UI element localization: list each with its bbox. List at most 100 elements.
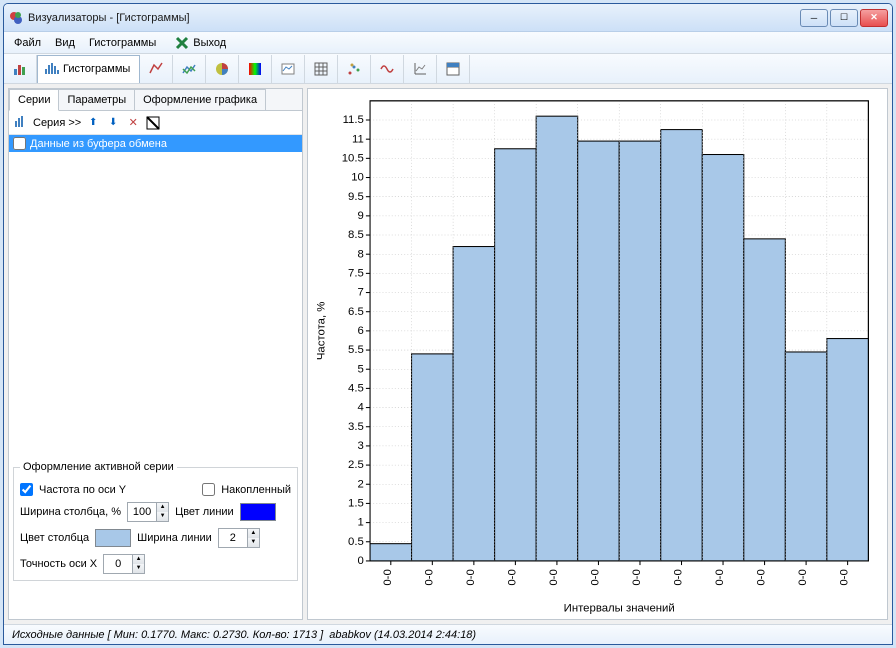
svg-text:0-0: 0-0 — [714, 569, 726, 585]
svg-text:8: 8 — [358, 248, 364, 260]
line-width-input[interactable] — [219, 529, 247, 547]
svg-text:5: 5 — [358, 363, 364, 375]
menu-exit[interactable]: Выход — [168, 33, 232, 53]
tool-table[interactable] — [437, 55, 470, 83]
menu-file[interactable]: Файл — [8, 35, 47, 51]
svg-text:10: 10 — [351, 172, 364, 184]
svg-text:3.5: 3.5 — [348, 421, 364, 433]
freq-y-checkbox[interactable] — [20, 483, 33, 496]
tool-grid[interactable] — [305, 55, 338, 83]
svg-text:3: 3 — [358, 440, 364, 452]
menu-view[interactable]: Вид — [49, 35, 81, 51]
svg-text:0-0: 0-0 — [839, 569, 851, 585]
series-checkbox[interactable] — [13, 137, 26, 150]
tool-area[interactable] — [272, 55, 305, 83]
svg-text:0-0: 0-0 — [631, 569, 643, 585]
subtab-params[interactable]: Параметры — [58, 89, 135, 110]
svg-text:Интервалы значений: Интервалы значений — [564, 603, 675, 615]
svg-text:10.5: 10.5 — [342, 152, 364, 164]
tool-chart-1[interactable] — [4, 55, 37, 83]
svg-text:Частота, %: Частота, % — [316, 302, 328, 361]
spin-up-icon[interactable]: ▲ — [132, 555, 144, 564]
histogram-icon — [44, 60, 60, 79]
series-icon — [13, 113, 29, 132]
subtabs: Серии Параметры Оформление графика — [9, 89, 302, 111]
tool-gradient[interactable] — [239, 55, 272, 83]
tool-scatter[interactable] — [338, 55, 371, 83]
bar-width-spinner[interactable]: ▲▼ — [127, 502, 169, 522]
svg-text:2.5: 2.5 — [348, 459, 364, 471]
spin-down-icon[interactable]: ▼ — [132, 564, 144, 573]
bar-width-label: Ширина столбца, % — [20, 506, 121, 518]
subtab-series[interactable]: Серии — [9, 89, 59, 111]
series-label[interactable]: Серия >> — [33, 117, 81, 129]
svg-text:7.5: 7.5 — [348, 267, 364, 279]
toggle-box-icon[interactable] — [145, 115, 161, 131]
svg-text:6: 6 — [358, 325, 364, 337]
status-count-val: 1713 — [293, 629, 317, 641]
series-row[interactable]: Данные из буфера обмена — [9, 135, 302, 152]
titlebar: Визуализаторы - [Гистограммы] ─ ☐ ✕ — [4, 4, 892, 32]
precision-x-input[interactable] — [104, 555, 132, 573]
svg-text:4: 4 — [358, 402, 364, 414]
tool-wave[interactable] — [371, 55, 404, 83]
precision-x-spinner[interactable]: ▲▼ — [103, 554, 145, 574]
minimize-button[interactable]: ─ — [800, 9, 828, 27]
app-icon — [8, 10, 24, 26]
subtab-design[interactable]: Оформление графика — [134, 89, 266, 110]
svg-text:0-0: 0-0 — [589, 569, 601, 585]
series-toolbar: Серия >> ⬆ ⬇ ✕ — [9, 111, 302, 135]
menubar: Файл Вид Гистограммы Выход — [4, 32, 892, 54]
svg-text:0-0: 0-0 — [506, 569, 518, 585]
svg-text:0.5: 0.5 — [348, 536, 364, 548]
series-design-fieldset: Оформление активной серии Частота по оси… — [13, 461, 298, 581]
accumulated-checkbox[interactable] — [202, 483, 215, 496]
svg-text:4.5: 4.5 — [348, 382, 364, 394]
freq-y-label: Частота по оси Y — [39, 484, 126, 496]
delete-icon[interactable]: ✕ — [125, 115, 141, 131]
tool-axes[interactable] — [404, 55, 437, 83]
status-user: ababkov — [329, 629, 371, 641]
svg-text:0-0: 0-0 — [423, 569, 435, 585]
chart-panel: 00.511.522.533.544.555.566.577.588.599.5… — [307, 88, 888, 620]
left-panel: Серии Параметры Оформление графика Серия… — [8, 88, 303, 620]
series-list: Данные из буфера обмена — [9, 135, 302, 457]
status-max-label: Макс: — [181, 629, 210, 641]
fieldset-legend: Оформление активной серии — [20, 461, 177, 473]
svg-text:9: 9 — [358, 210, 364, 222]
main-toolbar: Гистограммы — [4, 54, 892, 84]
bar-width-input[interactable] — [128, 503, 156, 521]
line-color-swatch[interactable] — [240, 503, 276, 521]
spin-up-icon[interactable]: ▲ — [247, 529, 259, 538]
content-area: Серии Параметры Оформление графика Серия… — [4, 84, 892, 624]
tool-histogram[interactable]: Гистограммы — [37, 55, 140, 83]
svg-text:1: 1 — [358, 517, 364, 529]
svg-text:7: 7 — [358, 287, 364, 299]
line-color-label: Цвет линии — [175, 506, 234, 518]
menu-histograms[interactable]: Гистограммы — [83, 35, 162, 51]
svg-text:11: 11 — [352, 133, 364, 145]
svg-text:0-0: 0-0 — [673, 569, 685, 585]
svg-text:1.5: 1.5 — [348, 498, 364, 510]
spin-up-icon[interactable]: ▲ — [156, 503, 168, 512]
move-down-icon[interactable]: ⬇ — [105, 115, 121, 131]
move-up-icon[interactable]: ⬆ — [85, 115, 101, 131]
bar-color-swatch[interactable] — [95, 529, 131, 547]
tool-line-1[interactable] — [140, 55, 173, 83]
status-data-label: Исходные данные — [12, 629, 105, 641]
svg-text:0-0: 0-0 — [548, 569, 560, 585]
tool-pie[interactable] — [206, 55, 239, 83]
status-datetime: (14.03.2014 2:44:18) — [374, 629, 476, 641]
tool-line-2[interactable] — [173, 55, 206, 83]
svg-text:11.5: 11.5 — [343, 114, 364, 126]
spin-down-icon[interactable]: ▼ — [156, 512, 168, 521]
window-title: Визуализаторы - [Гистограммы] — [28, 12, 800, 24]
close-button[interactable]: ✕ — [860, 9, 888, 27]
bar-color-label: Цвет столбца — [20, 532, 89, 544]
status-count-label: Кол-во: — [253, 629, 290, 641]
spin-down-icon[interactable]: ▼ — [247, 538, 259, 547]
maximize-button[interactable]: ☐ — [830, 9, 858, 27]
line-width-spinner[interactable]: ▲▼ — [218, 528, 260, 548]
status-min-val: 0.1770 — [141, 629, 175, 641]
accumulated-label: Накопленный — [221, 484, 291, 496]
